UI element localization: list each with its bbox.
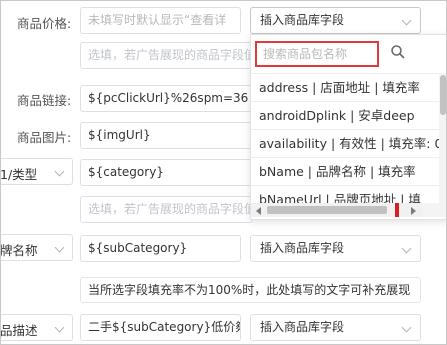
dropdown-option[interactable]: address | 店面地址 | 填充率 bbox=[251, 73, 439, 101]
price-input[interactable]: 未填写时默认显示“查看详 bbox=[80, 7, 241, 34]
brand-field-select-value: 插入商品库字段 bbox=[260, 241, 345, 255]
dropdown-search-input[interactable]: 搜索商品包名称 bbox=[255, 41, 379, 67]
form-panel: 商品价格: 未填写时默认显示“查看详 插入商品库字段 选填，若广告展现的商品字段… bbox=[0, 0, 447, 345]
price-field-select[interactable]: 插入商品库字段 bbox=[250, 7, 421, 34]
image-input[interactable]: ${imgUrl} bbox=[80, 122, 265, 149]
link-input[interactable]: ${pcClickUrl}%26spm=36 bbox=[80, 85, 265, 112]
brand-input[interactable]: ${subCategory} bbox=[80, 235, 241, 262]
dropdown-option[interactable]: bName | 品牌名称 | 填充率 bbox=[251, 157, 439, 185]
scrollbar-thumb[interactable] bbox=[267, 206, 387, 214]
chevron-down-icon bbox=[54, 322, 65, 333]
dropdown-option[interactable]: androidDplink | 安卓deep bbox=[251, 101, 439, 129]
category-type-label: 1/类型 bbox=[0, 167, 38, 182]
brand-type-label: 牌名称 bbox=[0, 243, 38, 258]
desc-field-select-value: 插入商品库字段 bbox=[260, 320, 345, 334]
category-input[interactable]: ${category} bbox=[80, 159, 265, 186]
desc-type-label: 品描述 bbox=[0, 323, 38, 338]
category-type-select[interactable]: 1/类型 bbox=[0, 158, 73, 185]
scroll-right-arrow-icon[interactable] bbox=[411, 207, 416, 215]
chevron-down-icon bbox=[401, 322, 412, 333]
scroll-left-arrow-icon[interactable] bbox=[256, 207, 261, 215]
desc-field-select[interactable]: 插入商品库字段 bbox=[250, 314, 421, 341]
chevron-down-icon bbox=[401, 15, 412, 26]
image-label: 商品图片: bbox=[17, 130, 72, 145]
price-field-select-value: 插入商品库字段 bbox=[260, 13, 345, 27]
chevron-down-icon bbox=[54, 166, 65, 177]
desc-input[interactable]: 二手${subCategory}低价夠 bbox=[80, 314, 241, 341]
red-annotation-mark bbox=[395, 203, 399, 217]
brand-fill-note[interactable]: 当所选字段填充率不为100%时，此处填写的文字可补充展现 bbox=[80, 277, 421, 303]
link-label: 商品链接: bbox=[17, 93, 72, 108]
chevron-down-icon bbox=[54, 242, 65, 253]
price-label: 商品价格: bbox=[17, 16, 72, 31]
dropdown-vertical-scrollbar[interactable] bbox=[439, 73, 446, 203]
dropdown-option[interactable]: availability | 有效性 | 填充率: 0% bbox=[251, 129, 446, 157]
dropdown-horizontal-scrollbar[interactable] bbox=[251, 203, 446, 217]
chevron-down-icon bbox=[401, 243, 412, 254]
scrollbar-thumb[interactable] bbox=[440, 75, 446, 115]
scrollbar-corner bbox=[423, 203, 446, 217]
category-hint-input[interactable]: 选填，若广告展现的商品字段值 bbox=[80, 196, 253, 223]
price-hint-input[interactable]: 选填，若广告展现的商品字段值 bbox=[80, 42, 253, 69]
dropdown-option[interactable]: bNameUrl | 品牌页地址 | 填 bbox=[251, 185, 439, 203]
desc-type-select[interactable]: 品描述 bbox=[0, 314, 73, 341]
field-dropdown: 搜索商品包名称 address | 店面地址 | 填充率 androidDpli… bbox=[250, 34, 446, 220]
search-icon[interactable] bbox=[390, 44, 406, 60]
brand-type-select[interactable]: 牌名称 bbox=[0, 234, 73, 261]
brand-field-select[interactable]: 插入商品库字段 bbox=[250, 235, 421, 262]
